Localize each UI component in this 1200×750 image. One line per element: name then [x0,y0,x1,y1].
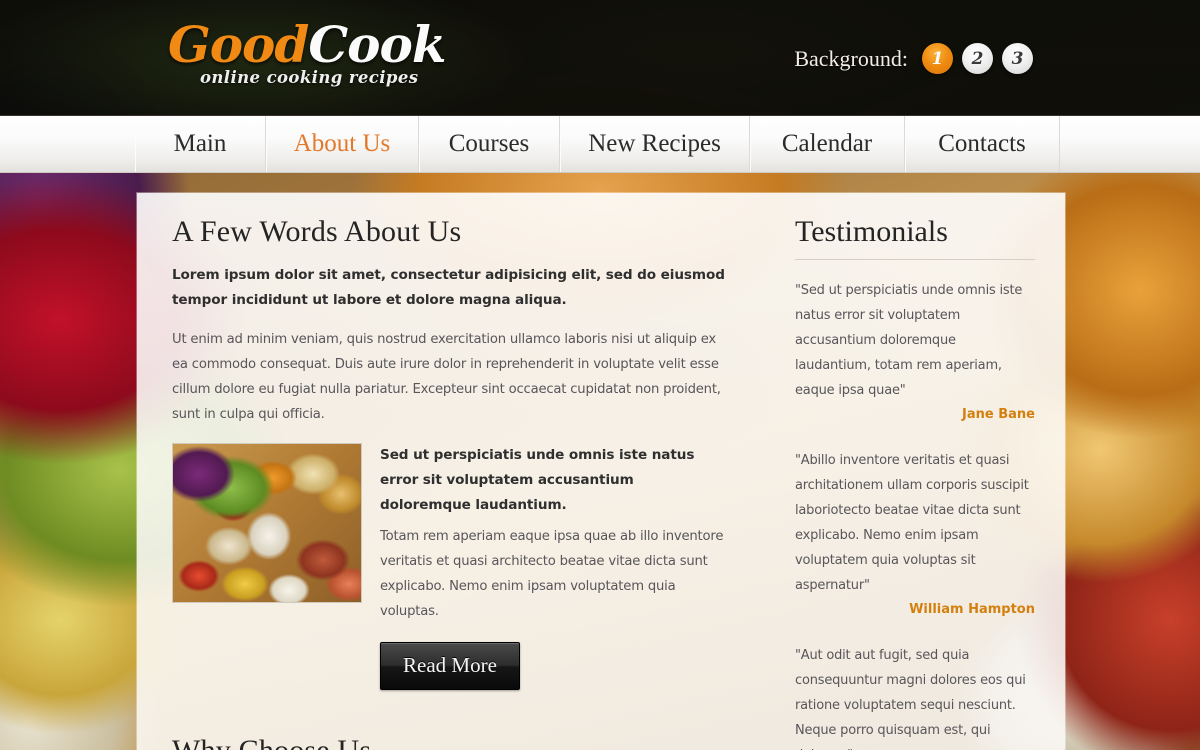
logo-cook-text: Cook [308,15,446,74]
testimonial-item: "Abillo inventore veritatis et quasi arc… [795,448,1035,617]
content-panel: A Few Words About Us Lorem ipsum dolor s… [137,193,1065,750]
nav-spacer-right [1060,116,1200,172]
testimonial-quote: "Aut odit aut fugit, sed quia consequunt… [795,648,1026,750]
testimonials-divider [795,259,1035,260]
background-option-2[interactable]: 2 [962,43,993,74]
testimonials-title: Testimonials [795,215,948,248]
testimonial-author: William Hampton [909,602,1035,617]
page-root: GoodCook online cooking recipes Backgrou… [0,0,1200,750]
about-media-lead: Sed ut perspiciatis unde omnis iste natu… [380,447,695,513]
main-content-column: A Few Words About Us Lorem ipsum dolor s… [137,193,765,750]
about-media-text: Sed ut perspiciatis unde omnis iste natu… [380,443,725,690]
nav-item-main[interactable]: Main [135,116,266,172]
about-media-row: Sed ut perspiciatis unde omnis iste natu… [172,443,725,690]
nav-item-contacts[interactable]: Contacts [905,116,1060,172]
site-logo[interactable]: GoodCook online cooking recipes [168,15,447,96]
testimonial-author: Jane Bane [962,407,1035,422]
nav-item-courses[interactable]: Courses [419,116,560,172]
food-collage-image [172,443,362,603]
nav-item-calendar[interactable]: Calendar [750,116,905,172]
logo-tagline: online cooking recipes [200,68,419,87]
testimonial-quote: "Abillo inventore veritatis et quasi arc… [795,453,1029,593]
main-navigation: Main About Us Courses New Recipes Calend… [0,115,1200,173]
testimonial-quote: "Sed ut perspiciatis unde omnis iste nat… [795,283,1023,398]
background-option-3[interactable]: 3 [1002,43,1033,74]
about-media-body: Totam rem aperiam eaque ipsa quae ab ill… [380,529,724,619]
nav-item-about-us[interactable]: About Us [266,116,419,172]
why-section-title: Why Choose Us [172,734,725,750]
background-switcher: Background: 1 2 3 [794,43,1033,74]
testimonial-item: "Aut odit aut fugit, sed quia consequunt… [795,643,1035,750]
about-lead-paragraph: Lorem ipsum dolor sit amet, consectetur … [172,267,725,308]
why-choose-us-section: Why Choose Us At vero eos et accusamus e… [172,734,725,750]
background-option-1[interactable]: 1 [922,43,953,74]
testimonials-sidebar: Testimonials "Sed ut perspiciatis unde o… [765,193,1065,750]
nav-spacer-left [0,116,135,172]
background-switcher-label: Background: [794,45,908,71]
about-body-paragraph: Ut enim ad minim veniam, quis nostrud ex… [172,332,721,422]
read-more-button[interactable]: Read More [380,642,520,690]
site-header: GoodCook online cooking recipes Backgrou… [0,0,1200,115]
about-section-title: A Few Words About Us [172,215,462,248]
logo-good-text: Good [168,15,309,74]
nav-item-new-recipes[interactable]: New Recipes [560,116,750,172]
testimonial-item: "Sed ut perspiciatis unde omnis iste nat… [795,278,1035,422]
logo-wordmark: GoodCook [168,15,447,74]
